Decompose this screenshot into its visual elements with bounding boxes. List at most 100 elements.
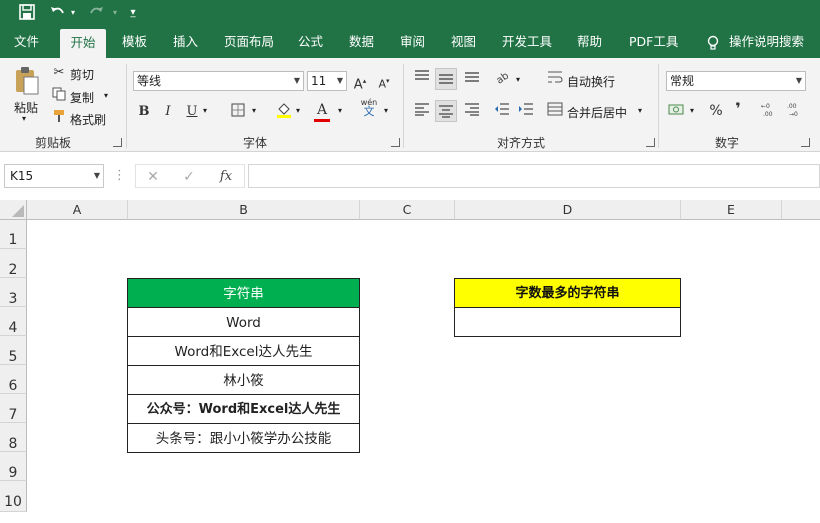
number-format-dropdown[interactable]: 常规 ▼	[666, 71, 806, 91]
number-launcher-icon[interactable]	[801, 138, 810, 147]
row-header-3[interactable]: 3	[0, 278, 27, 307]
wrap-text-button[interactable]: 自动换行	[567, 73, 615, 90]
align-bottom-icon[interactable]	[462, 69, 482, 89]
copy-icon[interactable]	[50, 87, 68, 107]
column-header-b[interactable]: B	[128, 200, 360, 220]
row-header-4[interactable]: 4	[0, 307, 27, 336]
table-row[interactable]: 林小筱	[127, 365, 360, 395]
table-row[interactable]: 头条号：跟小小筱学办公技能	[127, 423, 360, 453]
select-all-button[interactable]	[0, 200, 27, 220]
accounting-dropdown-icon[interactable]: ▾	[690, 106, 694, 115]
align-left-icon[interactable]	[412, 102, 432, 122]
row-header-9[interactable]: 9	[0, 452, 27, 481]
decrease-decimal-icon[interactable]: .00 →0	[786, 101, 806, 123]
align-right-icon[interactable]	[462, 102, 482, 122]
undo-dropdown-icon[interactable]: ▾	[68, 3, 78, 23]
paste-icon[interactable]	[12, 66, 42, 96]
font-color-dropdown-icon[interactable]: ▾	[338, 106, 342, 115]
table-row[interactable]: Word	[127, 307, 360, 337]
font-launcher-icon[interactable]	[391, 138, 400, 147]
table-row[interactable]: 公众号：Word和Excel达人先生	[127, 394, 360, 424]
fill-color-icon[interactable]	[275, 101, 293, 125]
comma-style-button[interactable]: ❜	[731, 100, 745, 118]
row-header-6[interactable]: 6	[0, 365, 27, 394]
tab-data[interactable]: 数据	[349, 26, 374, 58]
tab-pdf-tools[interactable]: PDF工具	[629, 26, 678, 58]
underline-button[interactable]: U	[184, 103, 200, 121]
name-box[interactable]: K15 ▼	[4, 164, 104, 188]
tab-template[interactable]: 模板	[122, 26, 147, 58]
column-header-d[interactable]: D	[455, 200, 681, 220]
insert-function-icon[interactable]: fx	[216, 168, 236, 186]
underline-dropdown-icon[interactable]: ▾	[203, 106, 207, 115]
row-header-1[interactable]: 1	[0, 220, 27, 249]
row-header-7[interactable]: 7	[0, 394, 27, 423]
table-row[interactable]: Word和Excel达人先生	[127, 336, 360, 366]
column-header-f[interactable]	[782, 200, 820, 220]
formula-input[interactable]	[248, 164, 820, 188]
merge-center-button[interactable]: 合并后居中	[567, 104, 627, 121]
redo-icon[interactable]	[86, 3, 108, 23]
table-d-header[interactable]: 字数最多的字符串	[454, 278, 681, 308]
phonetic-guide-icon[interactable]: wén 文	[358, 98, 380, 117]
align-center-button[interactable]	[435, 100, 457, 122]
column-header-c[interactable]: C	[360, 200, 455, 220]
wrap-text-icon[interactable]	[546, 70, 564, 90]
row-header-5[interactable]: 5	[0, 336, 27, 365]
format-painter-icon[interactable]	[50, 109, 68, 129]
merge-center-icon[interactable]	[546, 102, 564, 122]
alignment-launcher-icon[interactable]	[646, 138, 655, 147]
decrease-font-size-icon[interactable]: A▾	[376, 72, 392, 94]
undo-icon[interactable]	[46, 3, 68, 23]
column-header-a[interactable]: A	[27, 200, 128, 220]
fill-color-dropdown-icon[interactable]: ▾	[296, 106, 300, 115]
orientation-icon[interactable]: ab	[492, 68, 514, 90]
tab-file[interactable]: 文件	[14, 26, 39, 58]
table-b-header[interactable]: 字符串	[127, 278, 360, 308]
font-color-icon[interactable]: A	[313, 101, 331, 122]
borders-dropdown-icon[interactable]: ▾	[252, 106, 256, 115]
align-middle-button[interactable]	[435, 68, 457, 90]
accounting-format-icon[interactable]	[667, 102, 687, 124]
italic-button[interactable]: I	[160, 103, 176, 121]
column-header-e[interactable]: E	[681, 200, 782, 220]
tab-review[interactable]: 审阅	[400, 26, 425, 58]
tab-help[interactable]: 帮助	[577, 26, 602, 58]
cut-button[interactable]: 剪切	[70, 66, 94, 83]
paste-dropdown-icon[interactable]: ▾	[22, 114, 26, 123]
clipboard-launcher-icon[interactable]	[113, 138, 122, 147]
tab-insert[interactable]: 插入	[173, 26, 198, 58]
tab-view[interactable]: 视图	[451, 26, 476, 58]
merge-dropdown-icon[interactable]: ▾	[638, 106, 642, 115]
tab-formulas[interactable]: 公式	[298, 26, 323, 58]
tell-me-search[interactable]: 操作说明搜索	[729, 26, 804, 58]
align-top-icon[interactable]	[412, 69, 432, 89]
font-name-dropdown[interactable]: 等线 ▼	[133, 71, 304, 91]
copy-dropdown-icon[interactable]: ▾	[104, 91, 108, 100]
customize-icon[interactable]: ▾̲	[126, 3, 140, 23]
increase-indent-icon[interactable]	[516, 102, 536, 122]
enter-check-icon[interactable]: ✓	[180, 168, 198, 186]
row-header-8[interactable]: 8	[0, 423, 27, 452]
tab-page-layout[interactable]: 页面布局	[224, 26, 274, 58]
tab-developer[interactable]: 开发工具	[502, 26, 552, 58]
cancel-icon[interactable]: ✕	[144, 168, 162, 186]
bold-button[interactable]: B	[136, 103, 152, 121]
orientation-dropdown-icon[interactable]: ▾	[516, 75, 520, 84]
table-d-result-cell[interactable]	[454, 307, 681, 337]
phonetic-dropdown-icon[interactable]: ▾	[384, 106, 388, 115]
increase-font-size-icon[interactable]: A▴	[352, 72, 368, 94]
font-size-dropdown[interactable]: 11 ▼	[307, 71, 347, 91]
format-painter-button[interactable]: 格式刷	[70, 111, 106, 128]
borders-icon[interactable]	[229, 103, 247, 123]
scissors-icon[interactable]: ✂	[50, 64, 68, 82]
copy-button[interactable]: 复制	[70, 89, 94, 106]
row-header-10[interactable]: 10	[0, 481, 27, 512]
row-header-2[interactable]: 2	[0, 249, 27, 278]
increase-decimal-icon[interactable]: ←0.00	[760, 101, 780, 123]
decrease-indent-icon[interactable]	[492, 102, 512, 122]
redo-dropdown-icon[interactable]: ▾	[110, 3, 120, 23]
percent-button[interactable]: %	[707, 102, 725, 120]
tab-home[interactable]: 开始	[60, 29, 106, 58]
save-icon[interactable]	[16, 3, 38, 23]
